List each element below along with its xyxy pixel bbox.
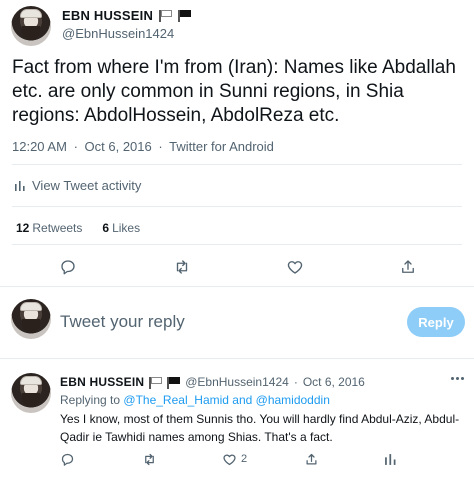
current-user-avatar[interactable] (11, 299, 51, 339)
retweet-icon (145, 453, 154, 465)
share-icon (306, 453, 317, 464)
black-flag-icon (167, 376, 181, 389)
divider (12, 164, 462, 165)
analytics-icon (15, 180, 25, 191)
more-icon[interactable] (451, 374, 465, 382)
like-button[interactable] (284, 256, 306, 278)
reply-author-handle[interactable]: @EbnHussein1424 (185, 375, 289, 389)
reply-author-avatar[interactable] (11, 373, 51, 413)
share-icon (402, 260, 414, 273)
meta-separator: · (73, 139, 78, 154)
retweets-label: Retweets (32, 221, 83, 235)
reply-button[interactable] (57, 256, 79, 278)
divider (12, 206, 462, 207)
reply-submit-button[interactable]: Reply (407, 307, 465, 337)
tweet-text: Fact from where I'm from (Iran): Names l… (12, 57, 456, 126)
reply-text: Yes I know, most of them Sunnis tho. You… (60, 412, 460, 444)
author-avatar[interactable] (11, 6, 51, 46)
reply-reply-button[interactable] (60, 451, 75, 467)
white-flag-icon (149, 376, 163, 389)
replying-targets[interactable]: @The_Real_Hamid and @hamidoddin (123, 393, 329, 407)
tweet-actions (0, 256, 474, 278)
tweet-time[interactable]: 12:20 AM (12, 139, 67, 154)
retweets-stat[interactable]: 12 Retweets (16, 221, 82, 235)
reply-date[interactable]: Oct 6, 2016 (303, 375, 365, 389)
share-button[interactable] (397, 256, 419, 278)
likes-stat[interactable]: 6 Likes (102, 221, 140, 235)
reply-retweet-button[interactable] (142, 451, 157, 467)
tweet-meta: 12:20 AM · Oct 6, 2016 · Twitter for And… (12, 139, 274, 154)
reply-author-row: EBN HUSSEIN @EbnHussein1424 · Oct 6, 201… (60, 375, 365, 389)
reply-actions: 2 (0, 451, 474, 467)
replying-prefix: Replying to (60, 393, 121, 407)
reply-share-button[interactable] (304, 451, 319, 467)
reply-like-button[interactable]: 2 (222, 451, 247, 467)
author-handle[interactable]: @EbnHussein1424 (62, 26, 174, 41)
meta-separator: · (158, 139, 163, 154)
author-display-name[interactable]: EBN HUSSEIN (62, 8, 153, 23)
likes-label: Likes (112, 221, 141, 235)
black-flag-icon (178, 10, 192, 22)
reply-analytics-button[interactable] (384, 451, 397, 467)
divider (0, 286, 474, 287)
heart-icon (223, 454, 236, 465)
white-flag-icon (159, 10, 173, 22)
retweets-count: 12 (16, 221, 30, 235)
reply-icon (61, 260, 75, 275)
likes-count: 6 (102, 221, 110, 235)
author-name-row[interactable]: EBN HUSSEIN (62, 8, 192, 23)
reply-dot-separator: · (293, 375, 298, 389)
retweet-button[interactable] (171, 256, 193, 278)
tweet-stats: 12 Retweets 6 Likes (16, 221, 140, 235)
reply-input[interactable]: Tweet your reply (60, 312, 185, 332)
reply-author-name[interactable]: EBN HUSSEIN (60, 375, 144, 389)
divider (12, 244, 462, 245)
analytics-icon (385, 453, 396, 465)
retweet-icon (176, 260, 188, 274)
tweet-client[interactable]: Twitter for Android (169, 139, 274, 154)
heart-icon (287, 261, 303, 274)
tweet-date[interactable]: Oct 6, 2016 (85, 139, 152, 154)
reply-icon (61, 453, 74, 466)
reply-like-count: 2 (241, 453, 248, 465)
replying-to: Replying to @The_Real_Hamid and @hamidod… (60, 393, 330, 407)
view-activity-label: View Tweet activity (32, 178, 142, 193)
view-activity-link[interactable]: View Tweet activity (14, 178, 141, 193)
divider (0, 358, 474, 359)
